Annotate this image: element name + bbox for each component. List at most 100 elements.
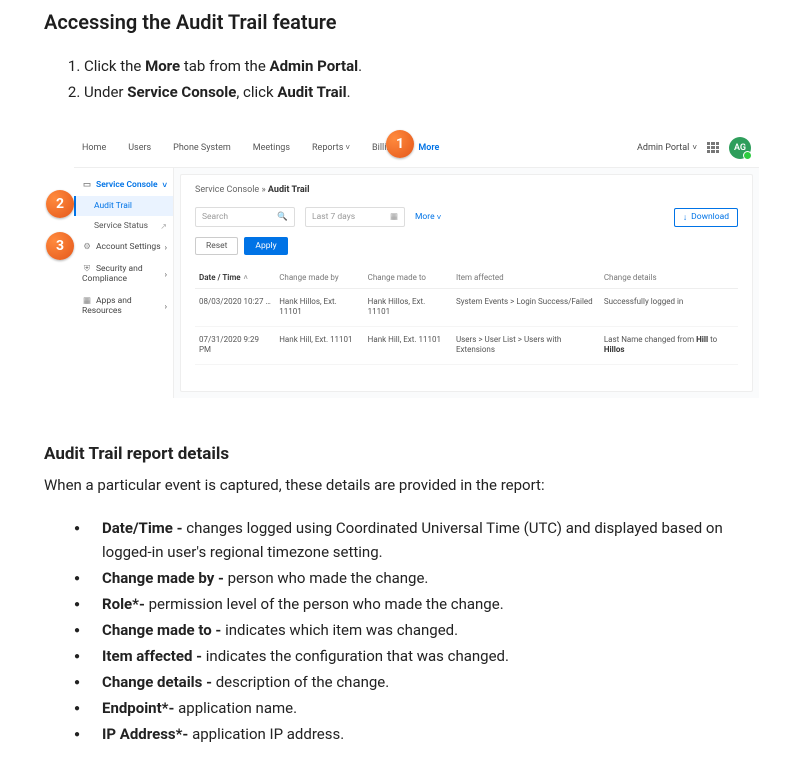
search-icon: 🔍 [277,212,288,222]
term: Change details - [102,673,216,691]
top-nav-right: Admin Portal˅ AG [637,137,751,159]
chevron-down-icon: ˅ [692,143,697,152]
text-bold: Service Console [127,83,236,101]
section-title: Accessing the Audit Trail feature [44,10,759,34]
nav-more[interactable]: More [418,143,439,153]
desc: person who made the change. [228,569,429,587]
sidebar-apps[interactable]: ▦Apps and Resources › [74,290,173,322]
sort-icon: ˄ [244,274,248,282]
search-placeholder: Search [202,212,228,222]
download-label: Download [691,212,729,222]
list-item: Role*- permission level of the person wh… [74,592,759,616]
nav-reports-label: Reports [312,143,343,153]
list-item: Date/Time - changes logged using Coordin… [74,516,759,564]
col-change-details[interactable]: Change details [600,267,738,289]
nav-reports[interactable]: Reports ˅ [312,143,350,153]
search-input[interactable]: Search 🔍 [195,207,295,227]
breadcrumb-current: Audit Trail [268,185,310,195]
chevron-right-icon: › [165,302,167,311]
sidebar-item-service-status[interactable]: Service Status ↗ [74,216,173,236]
date-range-label: Last 7 days [312,212,355,222]
text: tab from the [180,57,269,75]
apps-grid-icon[interactable] [707,142,719,154]
term: Change made by - [102,569,228,587]
col-datetime[interactable]: Date / Time˄ [195,267,275,289]
cell-details: Last Name changed from Hill to Hillos [600,326,738,364]
download-icon: ↓ [683,212,687,223]
list-item: IP Address*- application IP address. [74,722,759,746]
text-bold: Hillos [604,345,625,354]
desc: indicates the configuration that was cha… [206,647,509,665]
term: IP Address*- [102,725,192,743]
step-1: Click the More tab from the Admin Portal… [84,54,759,78]
avatar[interactable]: AG [729,137,751,159]
button-row: Reset Apply [195,237,738,255]
desc: permission level of the person who made … [149,595,504,613]
desc: application IP address. [192,725,344,743]
nav-home[interactable]: Home [82,143,106,153]
callout-1: 1 [386,130,414,158]
term: Endpoint*- [102,699,178,717]
text: . [347,83,351,101]
app-body: ▭ Service Console ˅ Audit Trail Service S… [74,168,759,398]
sidebar-item-audit-trail[interactable]: Audit Trail [74,196,173,216]
audit-table: Date / Time˄ Change made by Change made … [195,267,738,365]
nav-users[interactable]: Users [128,143,151,153]
more-label: More [415,212,435,222]
desc: changes logged using Coordinated Univers… [102,519,723,561]
chevron-down-icon: ˅ [162,181,167,190]
sidebar-account-settings[interactable]: ⚙Account Settings › [74,236,173,258]
text-bold: Audit Trail [277,83,346,101]
sidebar-item-label: Service Status [94,221,148,231]
list-item: Endpoint*- application name. [74,696,759,720]
table-row: 08/03/2020 10:27 … Hank Hillos, Ext. 111… [195,289,738,327]
reset-button[interactable]: Reset [195,237,238,255]
col-change-to[interactable]: Change made to [364,267,452,289]
text: to [708,335,717,344]
cell-details: Successfully logged in [600,289,738,327]
steps-list: Click the More tab from the Admin Portal… [44,54,759,104]
desc: indicates which item was changed. [225,621,458,639]
breadcrumb-root[interactable]: Service Console [195,185,259,195]
portal-selector[interactable]: Admin Portal˅ [637,143,697,153]
chevron-down-icon: ˅ [437,213,442,222]
sidebar-service-console[interactable]: ▭ Service Console ˅ [74,174,173,196]
monitor-icon: ▭ [82,180,92,190]
text-bold: Admin Portal [270,57,359,75]
cell-item: Users > User List > Users with Extension… [452,326,600,364]
cell-to: Hank Hillos, Ext. 11101 [364,289,452,327]
nav-phone-system[interactable]: Phone System [173,143,231,153]
list-item: Change made to - indicates which item wa… [74,618,759,642]
cell-item: System Events > Login Success/Failed [452,289,600,327]
nav-meetings[interactable]: Meetings [253,143,290,153]
screenshot-figure: 1 2 3 Home Users Phone System Meetings R… [44,128,759,398]
term: Change made to - [102,621,225,639]
text: . [358,57,362,75]
text: Last Name changed from [604,335,696,344]
date-range-input[interactable]: Last 7 days ▦ [305,207,405,227]
sidebar-header-label: Service Console [96,180,158,190]
apply-button[interactable]: Apply [244,237,287,255]
sidebar: ▭ Service Console ˅ Audit Trail Service S… [74,168,174,398]
sidebar-security[interactable]: ⛨Security and Compliance › [74,258,173,290]
callout-2: 2 [46,190,74,218]
more-filters-link[interactable]: More˅ [415,212,441,222]
text-bold: More [145,57,180,75]
breadcrumb: Service Console » Audit Trail [195,185,738,195]
text: , click [236,83,277,101]
step-2: Under Service Console, click Audit Trail… [84,80,759,104]
col-item-affected[interactable]: Item affected [452,267,600,289]
list-item: Change made by - person who made the cha… [74,566,759,590]
col-change-by[interactable]: Change made by [275,267,363,289]
text-bold: Hill [696,335,708,344]
breadcrumb-sep: » [259,185,268,195]
download-button[interactable]: ↓ Download [674,208,738,227]
chevron-right-icon: › [165,243,167,252]
text: Click the [84,57,145,75]
chevron-right-icon: › [165,270,167,279]
cell-to: Hank Hill, Ext. 11101 [364,326,452,364]
col-label: Date / Time [199,273,241,282]
cell-datetime: 08/03/2020 10:27 … [195,289,275,327]
apps-icon: ▦ [82,296,92,306]
table-row: 07/31/2020 9:29 PM Hank Hill, Ext. 11101… [195,326,738,364]
